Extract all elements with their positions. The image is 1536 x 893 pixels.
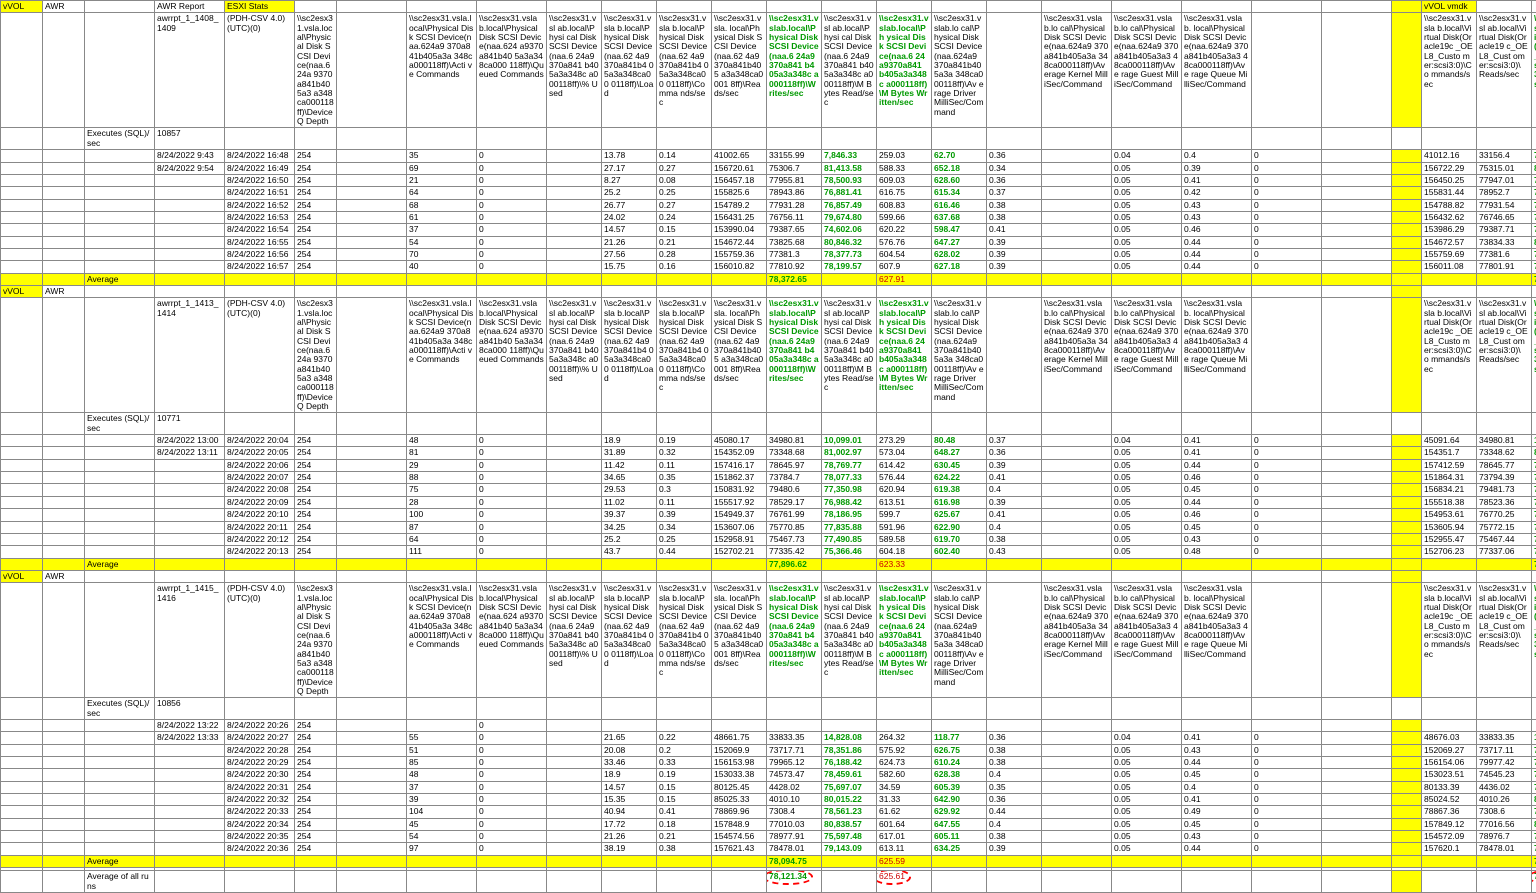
spreadsheet-table[interactable]: vVOLAWRAWR ReportESXI StatsvVOL vmdkawrr… bbox=[0, 0, 1536, 893]
grand-avg-mbwritten: 625.61 bbox=[877, 871, 932, 893]
grand-avg-writes: 78,121.34 bbox=[767, 871, 822, 893]
grand-avg-v-writes: 78,120.84 bbox=[1532, 871, 1536, 893]
